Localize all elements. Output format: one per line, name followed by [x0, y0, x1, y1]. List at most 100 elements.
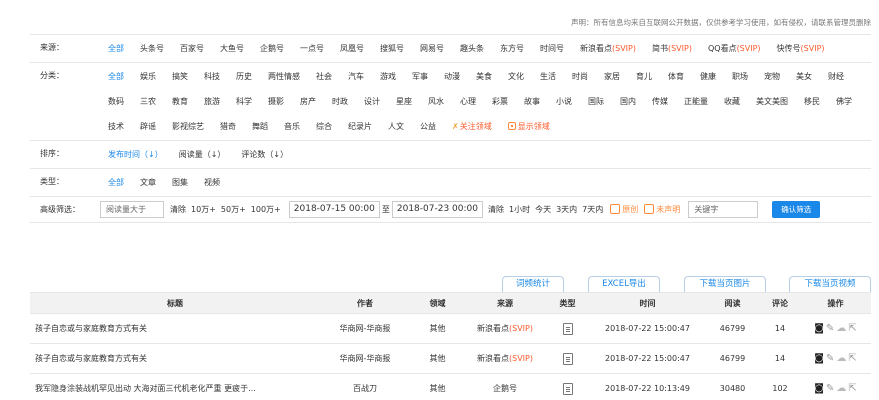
source-option[interactable]: 新浪看点(SVIP) [572, 36, 644, 61]
edit-icon[interactable]: ✎ [826, 374, 834, 400]
source-option[interactable]: 简书(SVIP) [644, 36, 700, 61]
preview-icon[interactable]: ◙ [814, 374, 824, 400]
source-option[interactable]: 凤凰号 [332, 36, 372, 61]
source-option[interactable]: 趣头条 [452, 36, 492, 61]
source-option[interactable]: 东方号 [492, 36, 532, 61]
excel-export-tab[interactable]: EXCEL导出 [588, 276, 660, 292]
category-option[interactable]: 彩票 [484, 89, 516, 114]
category-option[interactable]: 时政 [324, 89, 356, 114]
category-option[interactable]: 影视综艺 [164, 114, 212, 139]
category-option[interactable]: 美女 [788, 64, 820, 89]
category-option[interactable]: 科技 [196, 64, 228, 89]
category-option[interactable]: 宠物 [756, 64, 788, 89]
date-from-input[interactable]: 2018-07-15 00:00 [288, 200, 380, 218]
category-option[interactable]: 军事 [404, 64, 436, 89]
read-100w-option[interactable]: 100万+ [251, 204, 281, 215]
category-option[interactable]: 健康 [692, 64, 724, 89]
clear-date-link[interactable]: 清除 [488, 204, 504, 215]
category-option[interactable]: 收藏 [716, 89, 748, 114]
keyword-input[interactable]: 关键字 [688, 200, 759, 218]
category-option[interactable]: 历史 [228, 64, 260, 89]
category-option[interactable]: 移民 [796, 89, 828, 114]
time-7d-option[interactable]: 7天内 [582, 204, 603, 215]
category-option[interactable]: 小说 [548, 89, 580, 114]
source-option[interactable]: 搜狐号 [372, 36, 412, 61]
source-option[interactable]: 全部 [100, 36, 132, 61]
cloud-icon[interactable]: ☁ [836, 344, 846, 373]
word-stats-tab[interactable]: 词频统计 [502, 276, 564, 292]
category-option[interactable]: 心理 [452, 89, 484, 114]
category-option[interactable]: 辟谣 [132, 114, 164, 139]
sort-option[interactable]: 发布时间（↓） [100, 142, 171, 167]
category-option[interactable]: 风水 [420, 89, 452, 114]
category-option[interactable]: 三农 [132, 89, 164, 114]
edit-icon[interactable]: ✎ [826, 314, 834, 343]
source-option[interactable]: 企鹅号 [252, 36, 292, 61]
category-option[interactable]: 国内 [612, 89, 644, 114]
category-option[interactable]: 全部 [100, 64, 132, 89]
share-icon[interactable]: ⇱ [848, 374, 856, 400]
category-option[interactable]: 育儿 [628, 64, 660, 89]
source-option[interactable]: 时间号 [532, 36, 572, 61]
category-option[interactable]: 职场 [724, 64, 756, 89]
category-option[interactable]: 公益 [412, 114, 444, 139]
category-option[interactable]: 音乐 [276, 114, 308, 139]
category-option[interactable]: 教育 [164, 89, 196, 114]
row-title[interactable]: 我军隐身涂装战机罕见出动 大海对面三代机老化严重 更疲于... [30, 374, 320, 400]
type-option[interactable]: 图集 [164, 170, 196, 195]
source-option[interactable]: 大鱼号 [212, 36, 252, 61]
category-option[interactable]: 生活 [532, 64, 564, 89]
category-option[interactable]: 星座 [388, 89, 420, 114]
category-option[interactable]: 家居 [596, 64, 628, 89]
category-option[interactable]: 动漫 [436, 64, 468, 89]
download-images-tab[interactable]: 下载当页图片 [684, 276, 766, 292]
cloud-icon[interactable]: ☁ [836, 374, 846, 400]
type-option[interactable]: 全部 [100, 170, 132, 195]
source-option[interactable]: 快传号(SVIP) [769, 36, 833, 61]
type-option[interactable]: 文章 [132, 170, 164, 195]
category-option[interactable]: 国际 [580, 89, 612, 114]
category-option[interactable]: 时尚 [564, 64, 596, 89]
category-option[interactable]: 文化 [500, 64, 532, 89]
time-3d-option[interactable]: 3天内 [556, 204, 577, 215]
category-option[interactable]: 两性情感 [260, 64, 308, 89]
category-option[interactable]: 纪录片 [340, 114, 380, 139]
preview-icon[interactable]: ◙ [814, 344, 824, 373]
category-option[interactable]: 科学 [228, 89, 260, 114]
category-option[interactable]: 设计 [356, 89, 388, 114]
download-videos-tab[interactable]: 下载当页视频 [789, 276, 871, 292]
clear-read-link[interactable]: 清除 [170, 204, 186, 215]
category-option[interactable]: 搞笑 [164, 64, 196, 89]
category-option[interactable]: 娱乐 [132, 64, 164, 89]
category-option[interactable]: 游戏 [372, 64, 404, 89]
date-to-input[interactable]: 2018-07-23 00:00 [391, 200, 483, 218]
preview-icon[interactable]: ◙ [814, 314, 824, 343]
category-option[interactable]: 财经 [820, 64, 852, 89]
time-1h-option[interactable]: 1小时 [509, 204, 530, 215]
show-field-toggle[interactable]: 显示领域 [500, 114, 558, 139]
follow-field-link[interactable]: ✗关注领域 [444, 114, 500, 139]
share-icon[interactable]: ⇱ [848, 344, 856, 373]
type-option[interactable]: 视频 [196, 170, 228, 195]
category-option[interactable]: 房产 [292, 89, 324, 114]
sort-option[interactable]: 评论数（↓） [233, 142, 296, 167]
category-option[interactable]: 猎奇 [212, 114, 244, 139]
category-option[interactable]: 传媒 [644, 89, 676, 114]
category-option[interactable]: 综合 [308, 114, 340, 139]
original-checkbox[interactable]: 原创 [610, 204, 638, 215]
undeclared-checkbox[interactable]: 未声明 [644, 204, 680, 215]
source-option[interactable]: 一点号 [292, 36, 332, 61]
category-option[interactable]: 摄影 [260, 89, 292, 114]
category-option[interactable]: 正能量 [676, 89, 716, 114]
source-option[interactable]: 百家号 [172, 36, 212, 61]
category-option[interactable]: 旅游 [196, 89, 228, 114]
read-50w-option[interactable]: 50万+ [221, 204, 246, 215]
category-option[interactable]: 人文 [380, 114, 412, 139]
source-option[interactable]: QQ看点(SVIP) [700, 36, 769, 61]
confirm-filter-button[interactable]: 确认筛选 [772, 200, 821, 218]
read-10w-option[interactable]: 10万+ [191, 204, 216, 215]
time-today-option[interactable]: 今天 [535, 204, 551, 215]
row-title[interactable]: 孩子自恋或与家庭教育方式有关 [30, 314, 320, 343]
source-option[interactable]: 头条号 [132, 36, 172, 61]
category-option[interactable]: 美文美图 [748, 89, 796, 114]
